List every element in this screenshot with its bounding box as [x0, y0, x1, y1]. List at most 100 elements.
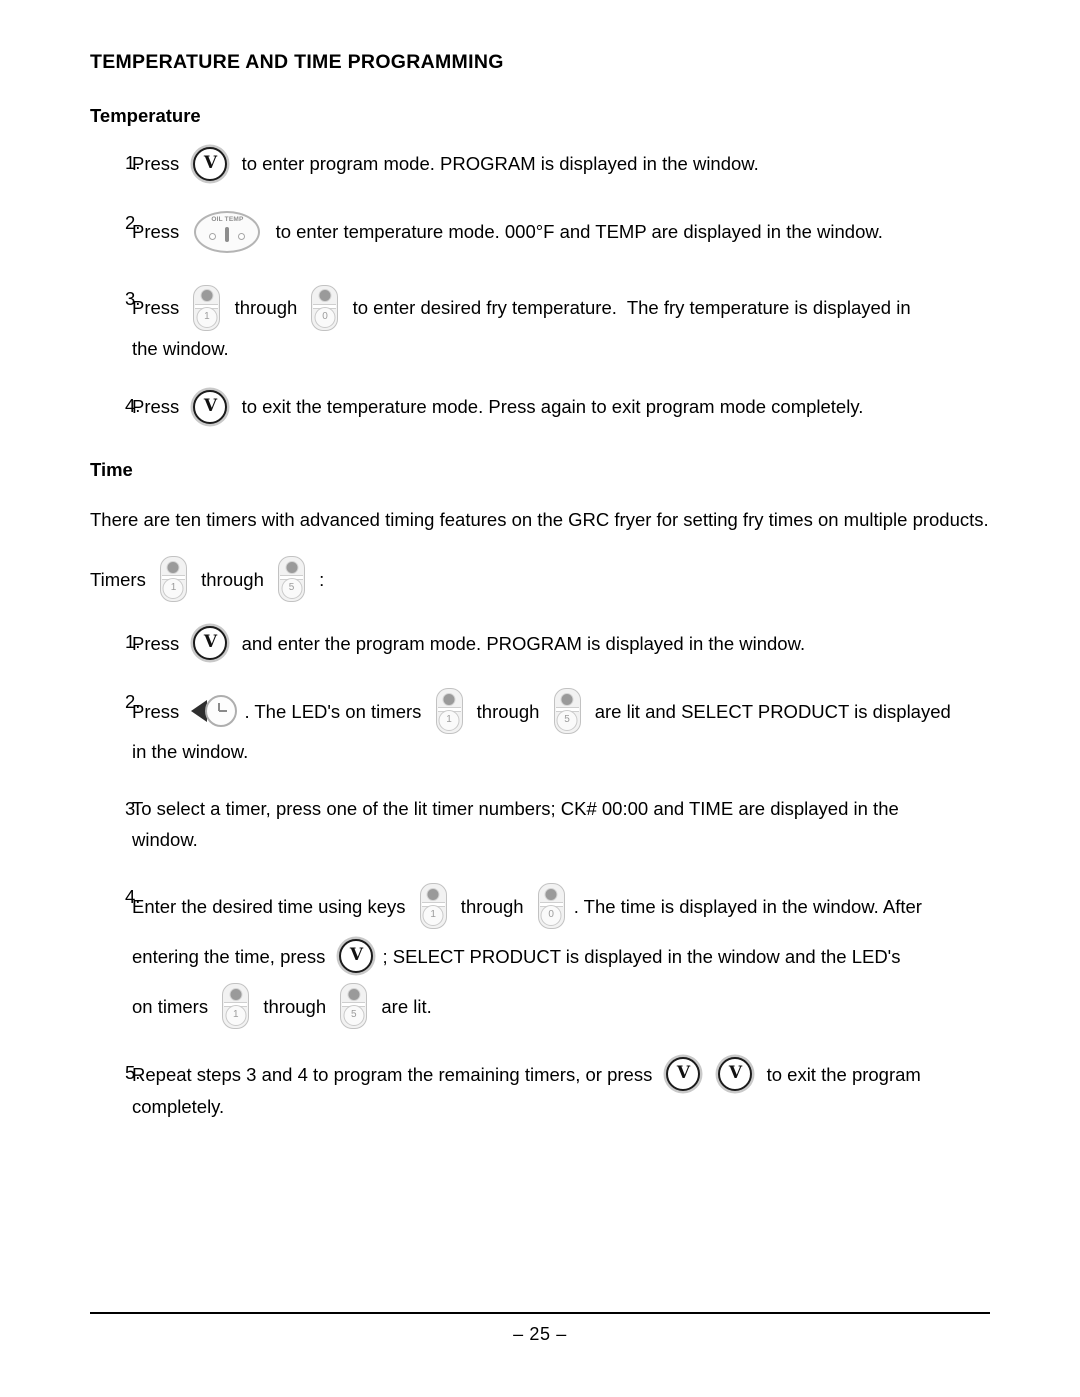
program-button[interactable]: V — [718, 1057, 753, 1092]
keypad-key-1[interactable]: 1 — [419, 883, 447, 930]
step-text: through — [471, 700, 545, 722]
oil-temp-dot-right — [238, 232, 246, 240]
key-led-icon — [544, 887, 558, 901]
list-item: 1. Press V to enter program mode. PROGRA… — [90, 146, 995, 181]
step-body: Press 1 through 0 to enter desired fry t… — [132, 283, 995, 364]
step-number: 4. — [125, 886, 141, 908]
step-body: To select a timer, press one of the lit … — [132, 793, 995, 855]
key-led-icon — [229, 987, 243, 1001]
timer-key-5[interactable]: 5 — [278, 556, 306, 603]
page-number: – 25 – — [513, 1324, 567, 1344]
page-content: TEMPERATURE AND TIME PROGRAMMING Tempera… — [90, 51, 995, 1148]
step-text: Enter the desired time using keys — [132, 895, 411, 917]
step-number: 3. — [125, 287, 141, 309]
list-item: 1. Press V and enter the program mode. P… — [90, 626, 995, 661]
step-number: 2. — [125, 211, 141, 233]
program-button[interactable]: V — [666, 1057, 701, 1092]
step-text: . The time is displayed in the window. A… — [573, 895, 922, 917]
keypad-key-0[interactable]: 0 — [537, 883, 565, 930]
step-text: through — [258, 995, 332, 1017]
key-digit: 1 — [162, 578, 184, 600]
step-text: to enter program mode. PROGRAM is displa… — [236, 153, 759, 175]
keypad-key-0[interactable]: 0 — [311, 284, 339, 331]
key-digit: 1 — [422, 905, 444, 927]
timer-clock-button[interactable] — [191, 695, 238, 728]
step-number: 1. — [125, 151, 141, 173]
step-text: Press — [132, 153, 185, 175]
step-text: to exit the temperature mode. Press agai… — [236, 396, 864, 418]
clock-face-icon — [205, 695, 238, 728]
step-text: Press — [132, 297, 185, 319]
list-item: 2. Press OIL TEMP to enter temperature m… — [90, 207, 995, 257]
oil-temp-button-label: OIL TEMP — [211, 215, 244, 223]
step-number: 2. — [125, 691, 141, 713]
key-digit: 5 — [556, 710, 578, 732]
document-page: TEMPERATURE AND TIME PROGRAMMING Tempera… — [0, 0, 1080, 1397]
key-led-icon — [285, 560, 299, 574]
program-button-glyph: V — [676, 1063, 691, 1084]
keypad-key-1[interactable]: 1 — [193, 284, 221, 331]
program-button[interactable]: V — [339, 939, 374, 974]
step-number: 5. — [125, 1062, 141, 1084]
step-body: Press . The LED's on timers 1 through 5 … — [132, 686, 995, 767]
step-text: in the window. — [132, 741, 249, 763]
time-steps: 1. Press V and enter the program mode. P… — [90, 626, 995, 1122]
step-body: Repeat steps 3 and 4 to program the rema… — [132, 1057, 995, 1122]
timer-key-1[interactable]: 1 — [159, 556, 187, 603]
key-led-icon — [442, 692, 456, 706]
step-text: Press — [132, 632, 185, 654]
key-led-icon — [347, 987, 361, 1001]
key-digit: 1 — [438, 710, 460, 732]
program-button[interactable]: V — [193, 146, 228, 181]
step-number: 3. — [125, 798, 141, 820]
thermometer-icon — [225, 226, 230, 242]
step-text: window. — [132, 829, 198, 851]
step-text: Press — [132, 396, 185, 418]
key-led-icon — [426, 887, 440, 901]
step-text: through — [455, 895, 529, 917]
key-digit: 1 — [225, 1005, 247, 1027]
program-button[interactable]: V — [193, 626, 228, 661]
timer-key-5[interactable]: 5 — [340, 983, 368, 1030]
step-text: Press — [132, 700, 185, 722]
section-heading-time: Time — [90, 458, 133, 480]
step-body: Enter the desired time using keys 1 thro… — [132, 881, 995, 1031]
key-led-icon — [200, 289, 214, 303]
time-intro-paragraph: There are ten timers with advanced timin… — [90, 509, 989, 531]
program-button[interactable]: V — [193, 389, 228, 424]
page-title: TEMPERATURE AND TIME PROGRAMMING — [90, 51, 504, 73]
key-led-icon — [318, 289, 332, 303]
step-text: to exit the program — [761, 1063, 921, 1085]
step-text: are lit. — [376, 995, 432, 1017]
timers-through-label: through — [195, 568, 270, 590]
page-footer: – 25 – — [90, 1312, 990, 1345]
step-text: through — [229, 297, 303, 319]
timer-key-1[interactable]: 1 — [222, 983, 250, 1030]
step-text: entering the time, press — [132, 945, 331, 967]
key-digit: 5 — [281, 578, 303, 600]
step-body: Press OIL TEMP to enter temperature mode… — [132, 207, 995, 257]
key-led-icon — [166, 560, 180, 574]
temperature-steps: 1. Press V to enter program mode. PROGRA… — [90, 146, 995, 424]
timer-key-1[interactable]: 1 — [435, 688, 463, 735]
step-text: the window. — [132, 337, 229, 359]
footer-divider — [90, 1312, 990, 1314]
timers-colon: : — [314, 568, 325, 590]
key-digit: 5 — [343, 1005, 365, 1027]
oil-temp-button[interactable]: OIL TEMP — [194, 210, 261, 253]
timer-key-5[interactable]: 5 — [553, 688, 581, 735]
list-item: 4. Press V to exit the temperature mode.… — [90, 389, 995, 424]
program-button-glyph: V — [728, 1063, 743, 1084]
step-text: Press — [132, 221, 185, 243]
program-button-glyph: V — [349, 945, 364, 966]
step-number: 4. — [125, 394, 141, 416]
key-digit: 0 — [314, 306, 336, 328]
timers-range-line: Timers 1 through 5 : — [90, 556, 995, 603]
step-text: to enter temperature mode. 000°F and TEM… — [270, 221, 883, 243]
list-item: 3. Press 1 through 0 to enter desired fr… — [90, 283, 995, 364]
step-body: Press V to enter program mode. PROGRAM i… — [132, 146, 995, 181]
step-text: and enter the program mode. PROGRAM is d… — [236, 632, 806, 654]
program-button-glyph: V — [203, 395, 218, 416]
program-button-glyph: V — [203, 632, 218, 653]
program-button-glyph: V — [203, 152, 218, 173]
